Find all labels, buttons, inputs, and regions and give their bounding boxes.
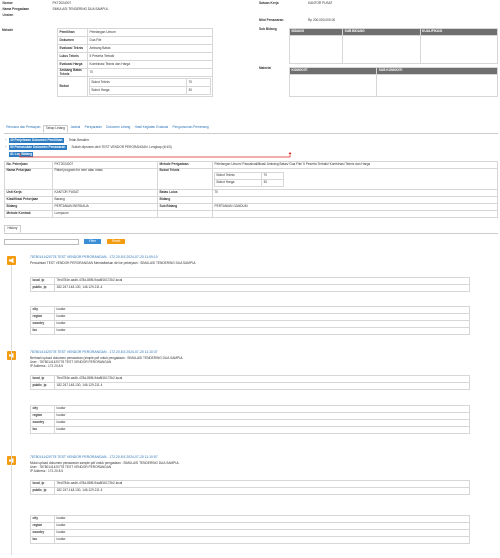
country-label: country [30, 320, 55, 328]
bullhorn-icon [7, 351, 16, 360]
log-entry: 78780141420778 TEST VENDOR PERORANGAN - … [0, 347, 500, 457]
loc-value: localw [54, 426, 470, 434]
region-value: localw [54, 313, 470, 321]
country-value: localw [54, 529, 470, 537]
public-ip-value: 182.247.148.130, 146.129.211.4 [54, 284, 470, 292]
public-ip-label: public_ip [30, 284, 55, 292]
log-geo-table: city localw region localw country localw lo… [30, 306, 470, 335]
log-title[interactable]: 78780141420778 TEST VENDOR PERORANGAN - … [30, 455, 158, 460]
log-title[interactable]: 78780141420778 TEST VENDOR PERORANGAN - … [30, 255, 158, 260]
local-ip-label: local_ip [30, 375, 55, 383]
nama-pekerjaan-value: Paket program for oem atau mass [52, 168, 158, 190]
loc-label: loc [30, 536, 55, 544]
public-ip-value: 182.247.148.130, 146.129.211.4 [54, 382, 470, 390]
country-value: localw [54, 320, 470, 328]
city-label: city [30, 306, 55, 314]
public-ip-value: 182.247.148.130, 146.129.211.4 [54, 487, 470, 495]
unit-kerja-label: Unit Kerja [4, 189, 53, 197]
log-ip-address: IP Address : 172.20.8.5 [30, 469, 64, 473]
red-connector-line [19, 153, 291, 158]
city-label: city [30, 515, 55, 523]
bidang-value: PERTANIAN BERDAUA [52, 203, 158, 211]
batas-lulus-label: Batas Lulus [157, 189, 213, 197]
region-value: localw [54, 522, 470, 530]
detail-table: No. Pekerjaan PKT2024007 Metode Pengadaa… [4, 161, 498, 218]
loc-value: localw [54, 536, 470, 544]
local-ip-label: local_ip [30, 480, 55, 488]
log-ip-table: local_ip 7fed784e-aa4b-478d-88f6-9da8f161… [30, 277, 470, 292]
metode-pengadaan-value: Pelelangan Umum/ Pascakualifikasi/ Amban… [212, 161, 498, 169]
public-ip-label: public_ip [30, 382, 55, 390]
timeline-line [11, 265, 12, 555]
region-value: localw [54, 412, 470, 420]
red-connector-arrow [288, 152, 292, 154]
log-geo-table: city localw region localw country localw lo… [30, 405, 470, 434]
country-label: country [30, 529, 55, 537]
detail-bobot-teknis-label: Bobot Teknis [214, 171, 262, 180]
local-ip-value: 7fed784e-aa4b-478d-88f6-9da8f16172b2.loc… [54, 375, 470, 383]
local-ip-value: 7fed784e-aa4b-478d-88f6-9da8f16172b2.loc… [54, 277, 470, 285]
log-entry: 78780141420778 TEST VENDOR PERORANGAN - … [0, 452, 500, 558]
loc-label: loc [30, 327, 55, 335]
loc-value: localw [54, 327, 470, 335]
tab-history[interactable]: History [4, 224, 21, 234]
public-ip-label: public_ip [30, 487, 55, 495]
detail-bobot-subtable: Bobot Teknis 70 Bobot Harga 30 [214, 171, 284, 187]
filter-button[interactable]: Filter [84, 239, 102, 245]
bidang-right-label: Bidang [157, 196, 213, 204]
loc-label: loc [30, 426, 55, 434]
city-value: localw [54, 405, 470, 413]
region-label: region [30, 412, 55, 420]
bullhorn-icon [7, 256, 16, 265]
bidang-label: Bidang [4, 203, 53, 211]
log-ip-table: local_ip 7fed784e-aa4b-478d-88f6-9da8f161… [30, 480, 470, 495]
history-search-input[interactable] [4, 239, 79, 245]
empty-value [212, 210, 498, 218]
detail-bobot-teknis-value: 70 [261, 171, 284, 180]
sub-bidang-detail-value: PERTANIAN GANDUM [212, 203, 498, 211]
region-label: region [30, 522, 55, 530]
unit-kerja-value: KANTOR PUSAT [52, 189, 158, 197]
nama-pekerjaan-label: Nama Pekerjaan [4, 168, 53, 190]
klasifikasi-label: Klasifikasi Pekerjaan [4, 196, 53, 204]
city-label: city [30, 405, 55, 413]
metode-kontrak-label: Metode Kontrak [4, 210, 53, 218]
sub-bidang-detail-label: Sub Bidang [157, 203, 213, 211]
bobot-teknis-label: Bobot Teknis [157, 168, 213, 190]
batas-lulus-value: 70 [212, 189, 498, 197]
local-ip-value: 7fed784e-aa4b-478d-88f6-9da8f16172b2.loc… [54, 480, 470, 488]
country-value: localw [54, 419, 470, 427]
empty-label [157, 210, 213, 218]
history-tabbar: History [4, 224, 498, 234]
metode-kontrak-value: Lumpsum [52, 210, 158, 218]
log-geo-table: city localw region localw country localw lo… [30, 515, 470, 544]
bullhorn-icon [7, 456, 16, 465]
log-message: Pencairkan TEST VENDOR PERORANGAN Mendaf… [30, 261, 197, 265]
city-value: localw [54, 306, 470, 314]
log-title[interactable]: 78780141420778 TEST VENDOR PERORANGAN - … [30, 350, 158, 355]
detail-bobot-harga-label: Bobot Harga [214, 178, 262, 187]
local-ip-label: local_ip [30, 277, 55, 285]
bidang-right-value [212, 196, 498, 204]
country-label: country [30, 419, 55, 427]
klasifikasi-value: Barang [52, 196, 158, 204]
city-value: localw [54, 515, 470, 523]
detail-bobot-harga-value: 30 [261, 178, 284, 187]
region-label: region [30, 313, 55, 321]
reset-button[interactable]: Reset [107, 239, 126, 245]
log-ip-address: IP Address : 172.20.8.5 [30, 364, 64, 368]
log-ip-table: local_ip 7fed784e-aa4b-478d-88f6-9da8f161… [30, 375, 470, 390]
